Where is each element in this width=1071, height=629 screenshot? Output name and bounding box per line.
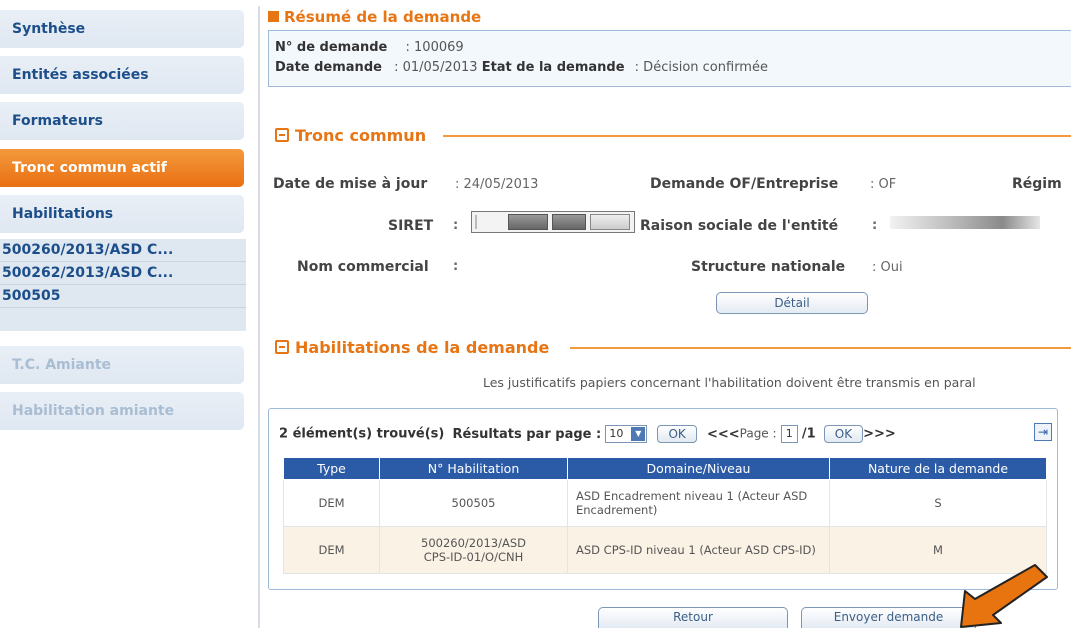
demande-of-value: : OF (870, 177, 897, 192)
cell-domaine: ASD Encadrement niveau 1 (Acteur ASD Enc… (567, 479, 830, 527)
cell-type: DEM (283, 479, 380, 527)
date-maj-value: : 24/05/2013 (455, 177, 539, 192)
siret-redacted (471, 211, 635, 233)
col-domaine-niveau[interactable]: Domaine/Niveau (567, 457, 830, 480)
cell-type: DEM (283, 526, 380, 574)
sub-item-habilitation-1[interactable]: 500260/2013/ASD C... (0, 239, 246, 262)
etat-demande-value: : Décision confirmée (634, 60, 768, 75)
summary-box: N° de demande : 100069 Date demande : 01… (268, 30, 1071, 87)
section-rule (443, 135, 1071, 137)
date-demande-value: : 01/05/2013 (394, 60, 478, 75)
sidebar: Synthèse Entités associées Formateurs Tr… (0, 0, 246, 628)
tronc-commun-header: Tronc commun (275, 126, 426, 145)
cell-domaine: ASD CPS-ID niveau 1 (Acteur ASD CPS-ID) (567, 526, 830, 574)
habilitations-title: Habilitations de la demande (295, 338, 550, 357)
habilitations-table: Type N° Habilitation Domaine/Niveau Natu… (283, 457, 1047, 574)
nom-commercial-label: Nom commercial (297, 259, 429, 275)
nav-habilitations[interactable]: Habilitations (0, 195, 244, 233)
pager-bar: 2 élément(s) trouvé(s) Résultats par pag… (279, 425, 896, 443)
detail-button[interactable]: Détail (716, 292, 868, 314)
page-ok-button[interactable]: OK (823, 425, 864, 443)
nav-tc-amiante: T.C. Amiante (0, 346, 244, 384)
col-nature-demande[interactable]: Nature de la demande (829, 457, 1047, 480)
cell-num: 500505 (379, 479, 568, 527)
nav-synthese[interactable]: Synthèse (0, 10, 244, 48)
table-row[interactable]: DEM 500260/2013/ASD CPS-ID-01/O/CNH ASD … (283, 526, 1047, 574)
per-page-value: 10 (609, 427, 624, 440)
habilitations-submenu: 500260/2013/ASD C... 500262/2013/ASD C..… (0, 239, 246, 331)
results-panel: 2 élément(s) trouvé(s) Résultats par pag… (268, 408, 1058, 590)
collapse-icon-habilitations[interactable] (275, 340, 289, 354)
date-maj-label: Date de mise à jour (273, 176, 428, 192)
habilitations-note: Les justificatifs papiers concernant l'h… (483, 375, 976, 390)
summary-title-text: Résumé de la demande (284, 8, 482, 26)
raison-sociale-colon: : (872, 218, 878, 233)
nav-entites-associees[interactable]: Entités associées (0, 56, 244, 94)
raison-sociale-redacted (890, 216, 1040, 229)
retour-button[interactable]: Retour (598, 607, 788, 628)
vertical-divider (258, 6, 260, 628)
nav-formateurs[interactable]: Formateurs (0, 102, 244, 140)
results-count: 2 élément(s) trouvé(s) (279, 426, 445, 442)
per-page-ok-button[interactable]: OK (657, 425, 697, 443)
table-row[interactable]: DEM 500505 ASD Encadrement niveau 1 (Act… (283, 479, 1047, 527)
export-icon[interactable]: ⇥ (1034, 423, 1052, 441)
cell-num: 500260/2013/ASD CPS-ID-01/O/CNH (379, 526, 568, 574)
habilitations-header: Habilitations de la demande (275, 338, 549, 357)
nom-commercial-colon: : (453, 259, 459, 274)
nav-habilitation-amiante: Habilitation amiante (0, 392, 244, 430)
page-total: /1 (801, 426, 816, 442)
next-page-link[interactable]: >>> (863, 427, 896, 442)
siret-label: SIRET (388, 218, 434, 234)
envoyer-demande-button[interactable]: Envoyer demande (801, 607, 976, 628)
structure-nationale-value: : Oui (872, 260, 903, 275)
summary-title: Résumé de la demande (268, 8, 481, 26)
demande-of-label: Demande OF/Entreprise (650, 176, 839, 192)
page-input[interactable]: 1 (780, 425, 798, 443)
sub-item-habilitation-3[interactable]: 500505 (0, 285, 246, 308)
regime-label: Régim (1012, 176, 1062, 192)
page-label: Page : (739, 426, 777, 441)
structure-nationale-label: Structure nationale (691, 259, 846, 275)
etat-demande-label: Etat de la demande (481, 60, 625, 75)
section-rule-habilitations (570, 347, 1071, 349)
collapse-icon[interactable] (275, 128, 289, 142)
tronc-commun-title: Tronc commun (295, 126, 427, 145)
chevron-down-icon: ▼ (631, 427, 646, 441)
siret-colon: : (453, 218, 459, 233)
date-demande-label: Date demande (275, 60, 382, 75)
per-page-label: Résultats par page : (452, 426, 602, 442)
arrow-pointer-icon (960, 564, 1048, 628)
nav-tronc-commun-actif[interactable]: Tronc commun actif (0, 149, 244, 187)
num-demande-label: N° de demande (275, 40, 388, 55)
raison-sociale-label: Raison sociale de l'entité (640, 218, 839, 234)
square-bullet-icon (268, 11, 279, 22)
prev-page-link[interactable]: <<< (707, 427, 740, 442)
col-num-habilitation[interactable]: N° Habilitation (379, 457, 568, 480)
sub-item-habilitation-2[interactable]: 500262/2013/ASD C... (0, 262, 246, 285)
per-page-select[interactable]: 10 ▼ (605, 425, 648, 443)
cell-nature: S (829, 479, 1047, 527)
num-demande-value: : 100069 (405, 40, 464, 55)
col-type[interactable]: Type (283, 457, 380, 480)
